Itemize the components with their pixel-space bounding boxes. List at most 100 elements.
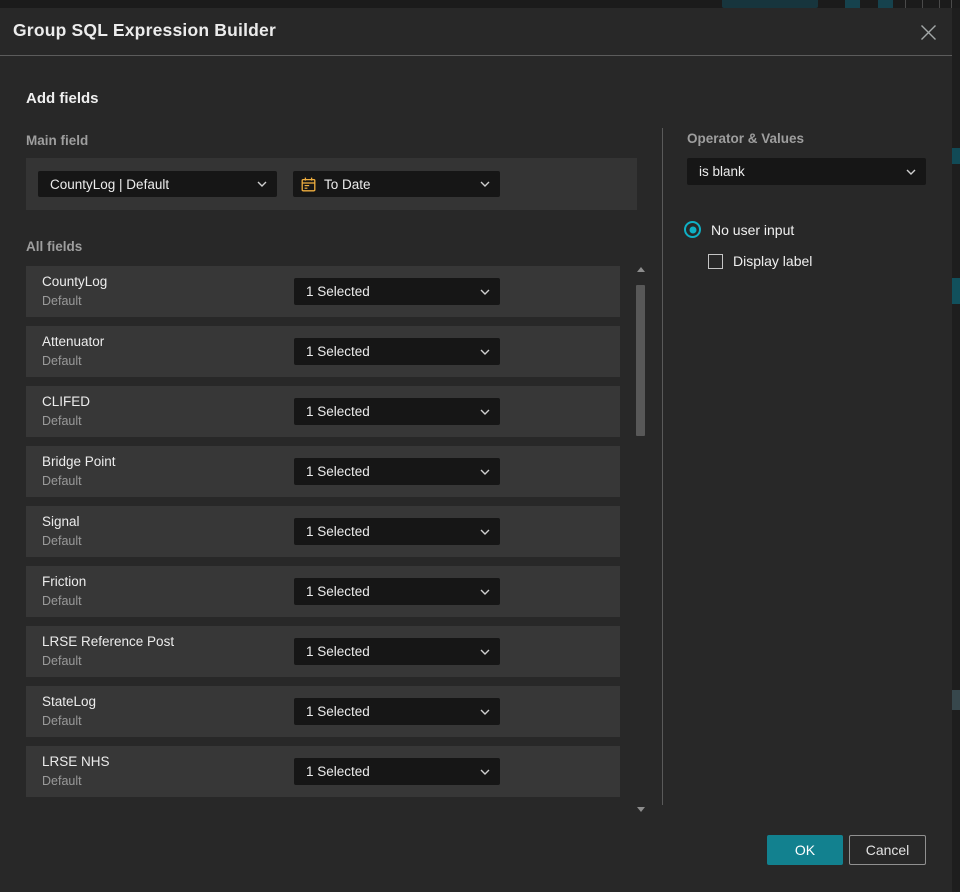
- field-name: CLIFED: [42, 394, 91, 409]
- field-selected-dropdown-label: 1 Selected: [306, 644, 370, 659]
- close-icon[interactable]: [917, 21, 939, 43]
- field-row: CLIFED Default 1 Selected: [26, 386, 620, 437]
- field-name: LRSE Reference Post: [42, 634, 175, 649]
- chevron-down-icon: [480, 409, 490, 415]
- field-name: CountyLog: [42, 274, 108, 289]
- field-subtitle: Default: [42, 654, 82, 668]
- ok-button[interactable]: OK: [767, 835, 843, 865]
- field-selected-dropdown[interactable]: 1 Selected: [294, 698, 500, 725]
- field-selected-dropdown[interactable]: 1 Selected: [294, 518, 500, 545]
- field-name: Signal: [42, 514, 80, 529]
- chevron-down-icon: [480, 349, 490, 355]
- chevron-down-icon: [480, 709, 490, 715]
- field-selected-dropdown[interactable]: 1 Selected: [294, 638, 500, 665]
- chevron-down-icon: [480, 181, 490, 187]
- background-fragment: [952, 690, 960, 710]
- field-subtitle: Default: [42, 414, 82, 428]
- display-label-checkbox-row[interactable]: Display label: [708, 253, 812, 269]
- date-type-dropdown-value: To Date: [324, 176, 371, 192]
- checkbox-unchecked-icon[interactable]: [708, 253, 723, 269]
- background-app-strip: Live view: [0, 0, 960, 8]
- operator-values-heading: Operator & Values: [687, 131, 805, 146]
- field-row: CountyLog Default 1 Selected: [26, 266, 620, 317]
- date-type-dropdown[interactable]: To Date: [293, 171, 500, 197]
- radio-selected-icon[interactable]: [684, 221, 701, 238]
- group-sql-expression-builder-dialog: Group SQL Expression Builder Add fields …: [0, 8, 952, 892]
- main-field-label: Main field: [26, 133, 89, 148]
- field-name: Friction: [42, 574, 87, 589]
- no-user-input-radio[interactable]: No user input: [684, 221, 794, 238]
- dialog-header: Group SQL Expression Builder: [0, 8, 952, 56]
- scrollbar-down-arrow-icon[interactable]: [637, 807, 645, 812]
- field-row: Friction Default 1 Selected: [26, 566, 620, 617]
- chevron-down-icon: [257, 181, 267, 187]
- dialog-title: Group SQL Expression Builder: [13, 20, 276, 40]
- field-selected-dropdown-label: 1 Selected: [306, 464, 370, 479]
- field-row: LRSE Reference Post Default 1 Selected: [26, 626, 620, 677]
- scrollbar-thumb[interactable]: [636, 285, 645, 436]
- field-subtitle: Default: [42, 294, 82, 308]
- field-subtitle: Default: [42, 354, 82, 368]
- toolbar-fragment: [878, 0, 893, 8]
- field-selected-dropdown-label: 1 Selected: [306, 404, 370, 419]
- toolbar-separator: [922, 0, 923, 8]
- field-selected-dropdown-label: 1 Selected: [306, 524, 370, 539]
- vertical-divider: [662, 128, 663, 805]
- live-view-button[interactable]: Live view: [722, 0, 818, 8]
- field-name: Attenuator: [42, 334, 105, 349]
- field-selected-dropdown[interactable]: 1 Selected: [294, 458, 500, 485]
- field-selected-dropdown[interactable]: 1 Selected: [294, 338, 500, 365]
- chevron-down-icon: [480, 769, 490, 775]
- toolbar-separator: [905, 0, 906, 8]
- fields-list-scrollbar[interactable]: [634, 267, 648, 812]
- toolbar-separator: [939, 0, 940, 8]
- field-name: LRSE NHS: [42, 754, 110, 769]
- field-row: Signal Default 1 Selected: [26, 506, 620, 557]
- operator-dropdown[interactable]: is blank: [687, 158, 926, 185]
- main-field-dropdown[interactable]: CountyLog | Default: [38, 171, 277, 197]
- all-fields-label: All fields: [26, 239, 83, 254]
- operator-dropdown-value: is blank: [699, 164, 745, 179]
- add-fields-heading: Add fields: [26, 90, 99, 107]
- field-selected-dropdown[interactable]: 1 Selected: [294, 398, 500, 425]
- no-user-input-label: No user input: [711, 221, 795, 238]
- field-selected-dropdown-label: 1 Selected: [306, 344, 370, 359]
- field-subtitle: Default: [42, 534, 82, 548]
- chevron-down-icon: [906, 169, 916, 175]
- field-subtitle: Default: [42, 714, 82, 728]
- chevron-down-icon: [480, 649, 490, 655]
- live-view-label: Live view: [753, 0, 798, 1]
- scrollbar-up-arrow-icon[interactable]: [637, 267, 645, 272]
- field-row: Attenuator Default 1 Selected: [26, 326, 620, 377]
- field-subtitle: Default: [42, 474, 82, 488]
- field-subtitle: Default: [42, 594, 82, 608]
- field-row: LRSE NHS Default 1 Selected: [26, 746, 620, 797]
- display-label-text: Display label: [733, 253, 813, 269]
- field-selected-dropdown[interactable]: 1 Selected: [294, 278, 500, 305]
- field-row: Bridge Point Default 1 Selected: [26, 446, 620, 497]
- calendar-icon: [301, 177, 316, 192]
- background-right-sliver: [952, 8, 960, 892]
- field-selected-dropdown-label: 1 Selected: [306, 284, 370, 299]
- background-fragment: [952, 148, 960, 164]
- background-fragment: [952, 278, 960, 304]
- chevron-down-icon: [480, 589, 490, 595]
- chevron-down-icon: [480, 469, 490, 475]
- field-selected-dropdown[interactable]: 1 Selected: [294, 578, 500, 605]
- field-row: StateLog Default 1 Selected: [26, 686, 620, 737]
- field-subtitle: Default: [42, 774, 82, 788]
- all-fields-list: CountyLog Default 1 Selected Attenuator …: [26, 266, 620, 797]
- main-field-container: CountyLog | Default To Date: [26, 158, 637, 210]
- chevron-down-icon: [480, 529, 490, 535]
- cancel-button[interactable]: Cancel: [849, 835, 926, 865]
- field-selected-dropdown-label: 1 Selected: [306, 704, 370, 719]
- toolbar-separator: [951, 0, 952, 8]
- chevron-down-icon: [480, 289, 490, 295]
- field-selected-dropdown-label: 1 Selected: [306, 584, 370, 599]
- field-selected-dropdown[interactable]: 1 Selected: [294, 758, 500, 785]
- field-name: StateLog: [42, 694, 97, 709]
- field-selected-dropdown-label: 1 Selected: [306, 764, 370, 779]
- toolbar-fragment: [845, 0, 860, 8]
- field-name: Bridge Point: [42, 454, 116, 469]
- main-field-dropdown-value: CountyLog | Default: [50, 176, 170, 192]
